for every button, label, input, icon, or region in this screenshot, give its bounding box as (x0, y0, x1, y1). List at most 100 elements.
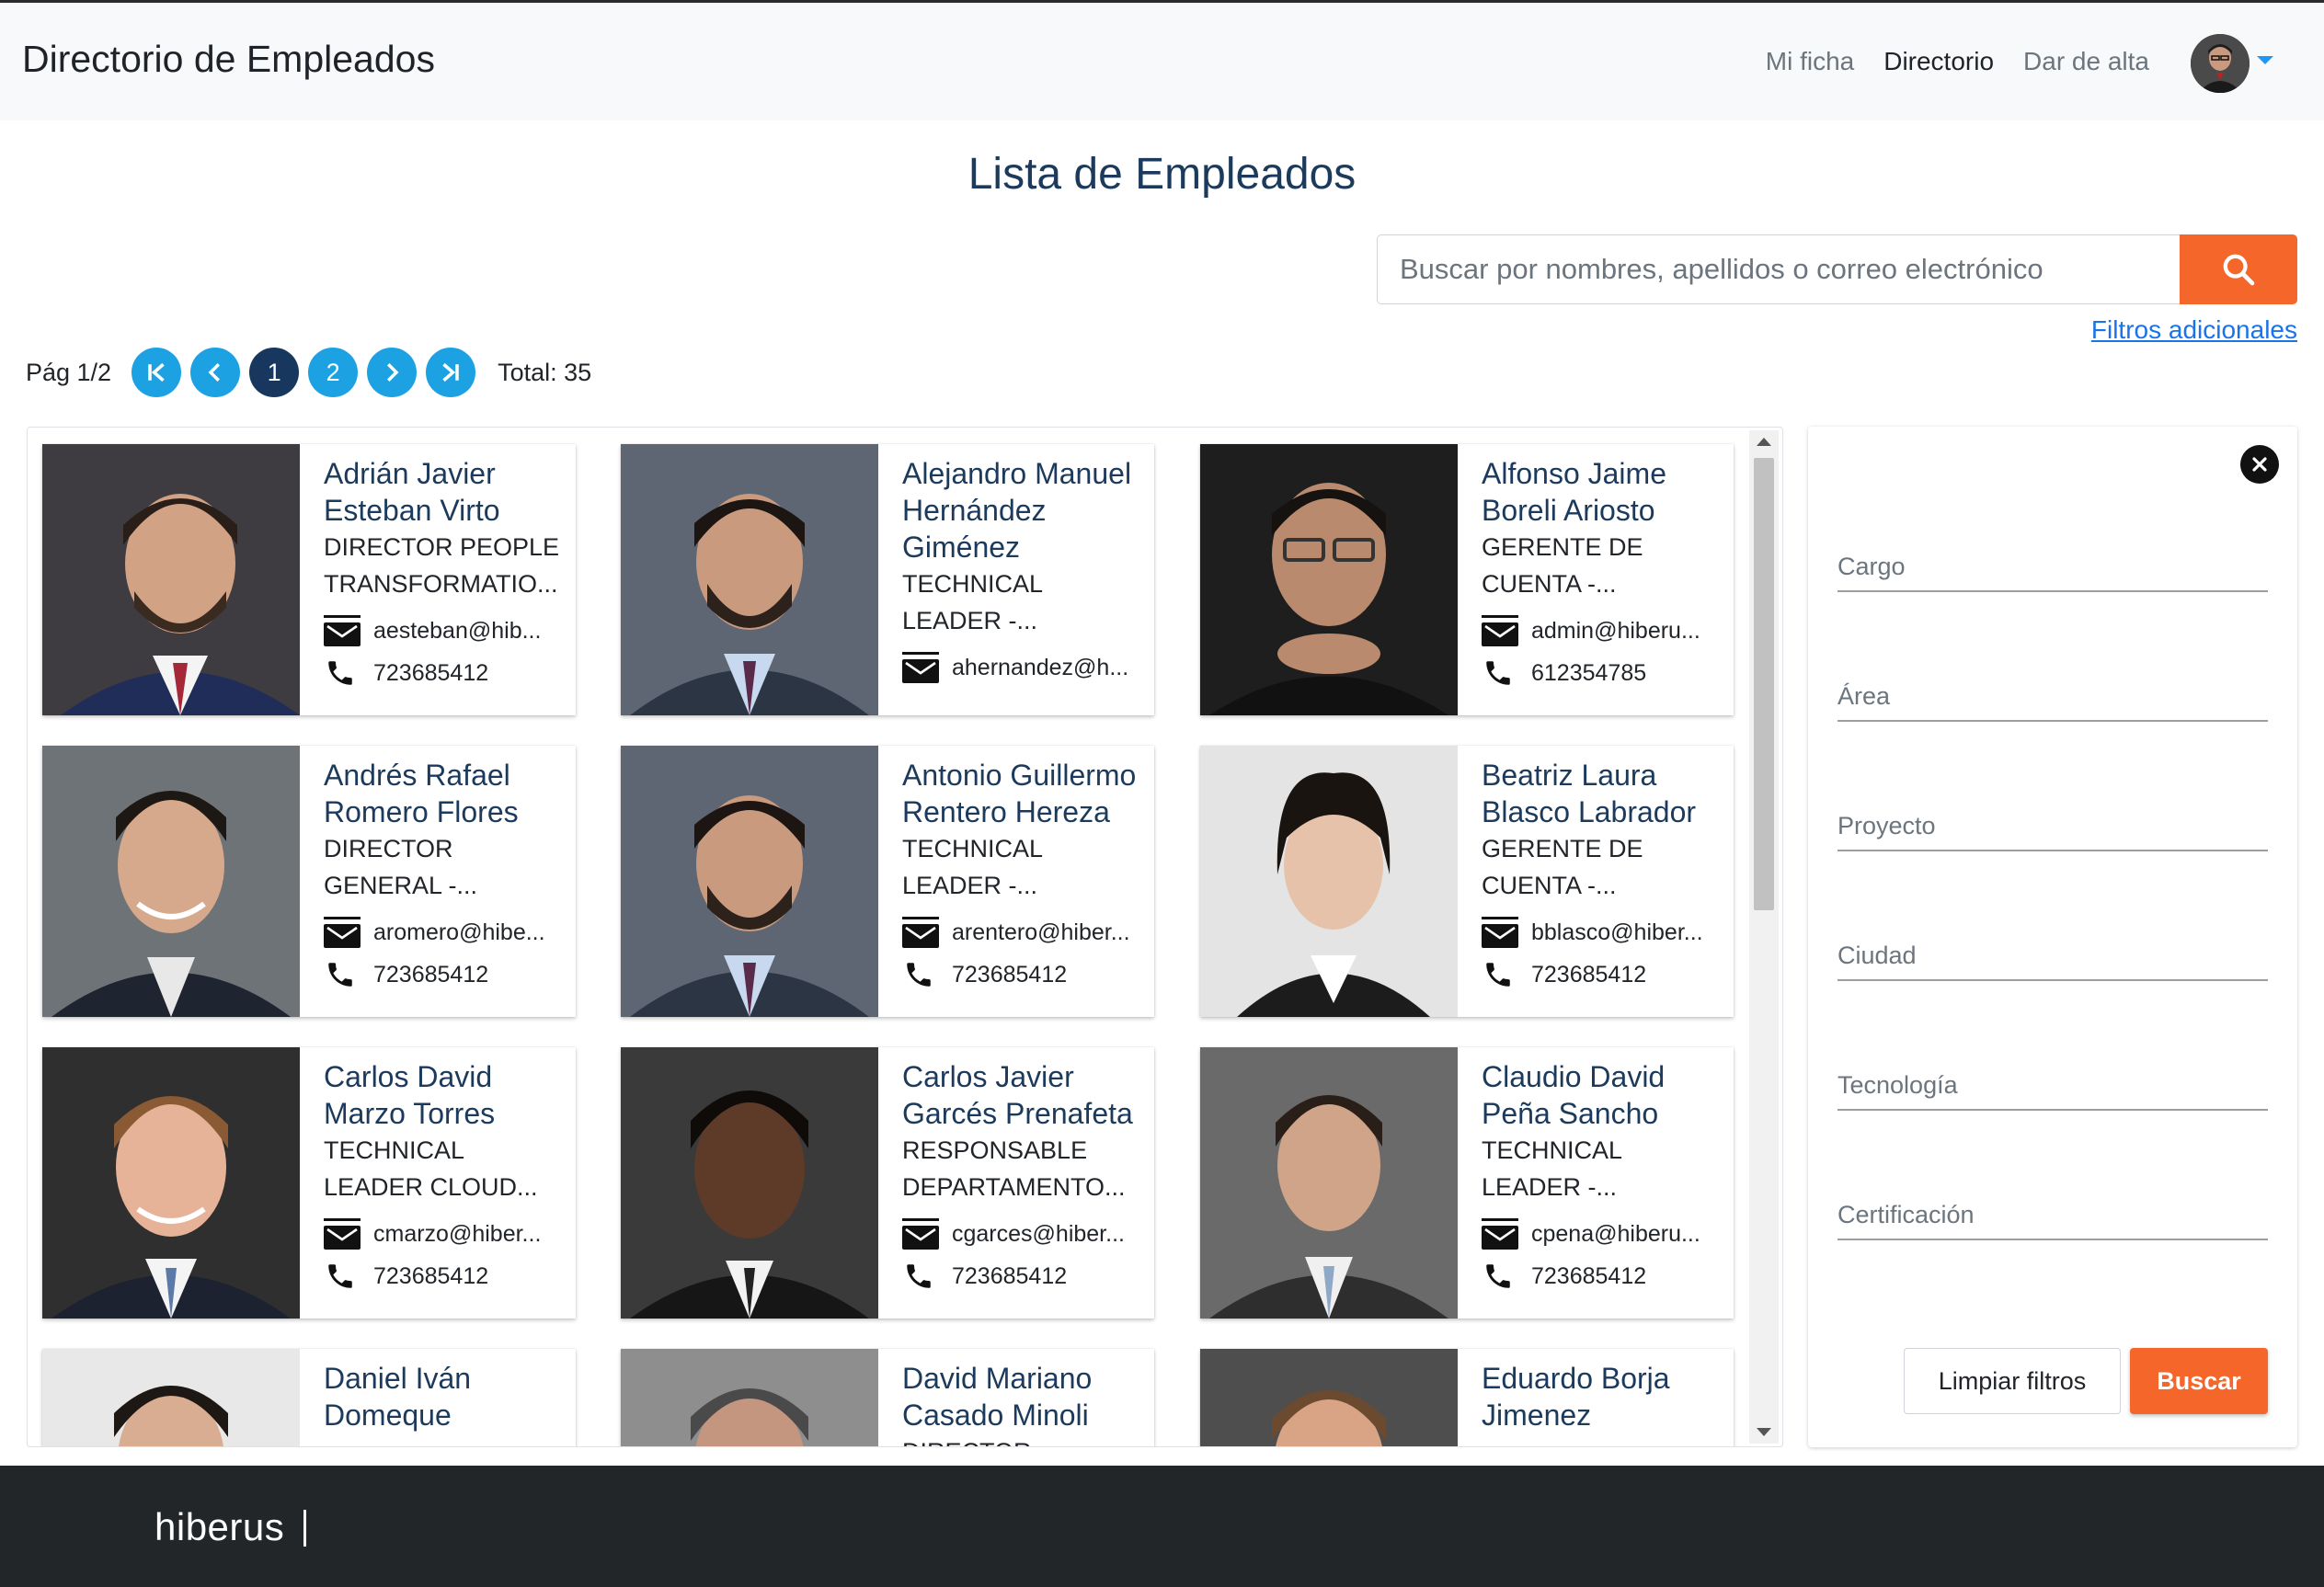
employee-card[interactable]: Adrián Javier Esteban Virto DIRECTOR PEO… (42, 444, 576, 715)
employee-photo (621, 746, 878, 1017)
next-page-button[interactable] (367, 348, 418, 397)
employee-name[interactable]: Daniel Iván Domeque (324, 1360, 561, 1433)
filter-cargo-field[interactable]: Cargo (1837, 537, 2268, 592)
chevron-right-icon (387, 363, 399, 382)
app-brand[interactable]: Directorio de Empleados (22, 38, 435, 81)
employee-email[interactable]: aesteban@hib... (324, 615, 561, 646)
last-page-button[interactable] (426, 348, 476, 397)
filter-area-label: Área (1837, 682, 1891, 710)
prev-page-button[interactable] (190, 348, 241, 397)
email-text: cmarzo@hiber... (373, 1220, 542, 1247)
additional-filters-link[interactable]: Filtros adicionales (2091, 315, 2297, 345)
employee-email[interactable]: cmarzo@hiber... (324, 1218, 561, 1250)
phone-text: 723685412 (373, 961, 489, 988)
nav-link-mi-ficha[interactable]: Mi ficha (1766, 47, 1854, 76)
filter-proyecto-field[interactable]: Proyecto (1837, 796, 2268, 851)
employee-card[interactable]: Alejandro Manuel Hernández Giménez TECHN… (621, 444, 1154, 715)
employee-info: Claudio David Peña Sancho TECHNICAL LEAD… (1482, 1058, 1719, 1314)
employee-name[interactable]: Carlos David Marzo Torres (324, 1058, 561, 1132)
employee-email[interactable]: arentero@hiber... (902, 917, 1139, 948)
employee-role: DIRECTOR PEOPLE TRANSFORMATIO... (324, 533, 560, 598)
employee-name[interactable]: Claudio David Peña Sancho (1482, 1058, 1719, 1132)
employee-email[interactable]: admin@hiberu... (1482, 615, 1719, 646)
employee-email[interactable]: aromero@hibe... (324, 917, 561, 948)
employee-role: TECHNICAL LEADER -... (1482, 1136, 1622, 1201)
employee-email[interactable]: ahernandez@h... (902, 652, 1139, 683)
page-1-button[interactable]: 1 (249, 348, 300, 397)
employee-card[interactable]: Claudio David Peña Sancho TECHNICAL LEAD… (1200, 1047, 1734, 1319)
last-page-icon (442, 362, 459, 382)
footer-divider (303, 1510, 306, 1547)
employee-phone[interactable]: 723685412 (324, 959, 561, 990)
scroll-down-arrow-icon[interactable] (1757, 1428, 1771, 1436)
filter-certificacion-label: Certificación (1837, 1201, 1975, 1228)
employee-name[interactable]: Andrés Rafael Romero Flores (324, 757, 561, 830)
filter-tecnologia-field[interactable]: Tecnología (1837, 1056, 2268, 1111)
employee-card[interactable]: Carlos Javier Garcés Prenafeta RESPONSAB… (621, 1047, 1154, 1319)
employee-email[interactable]: cgarces@hiber... (902, 1218, 1139, 1250)
user-menu-caret-icon[interactable] (2257, 56, 2273, 64)
employee-card[interactable]: Antonio Guillermo Rentero Hereza TECHNIC… (621, 746, 1154, 1017)
employee-name[interactable]: Antonio Guillermo Rentero Hereza (902, 757, 1139, 830)
apply-filters-button[interactable]: Buscar (2130, 1348, 2268, 1414)
scroll-up-arrow-icon[interactable] (1757, 438, 1771, 446)
employee-name[interactable]: Beatriz Laura Blasco Labrador (1482, 757, 1719, 830)
employee-card[interactable]: Beatriz Laura Blasco Labrador GERENTE DE… (1200, 746, 1734, 1017)
employee-email[interactable]: bblasco@hiber... (1482, 917, 1719, 948)
filter-certificacion-field[interactable]: Certificación (1837, 1185, 2268, 1240)
employee-role: GERENTE DE CUENTA -... (1482, 835, 1643, 899)
employee-email[interactable]: cpena@hiberu... (1482, 1218, 1719, 1250)
filter-area-field[interactable]: Área (1837, 667, 2268, 722)
filter-ciudad-field[interactable]: Ciudad (1837, 926, 2268, 981)
close-filters-button[interactable] (2240, 445, 2279, 484)
employee-phone[interactable]: 723685412 (902, 959, 1139, 990)
employee-grid[interactable]: Adrián Javier Esteban Virto DIRECTOR PEO… (27, 427, 1783, 1447)
search-input[interactable] (1377, 234, 2180, 304)
filter-proyecto-label: Proyecto (1837, 812, 1936, 839)
phone-text: 723685412 (952, 961, 1068, 988)
employee-card[interactable]: Carlos David Marzo Torres TECHNICAL LEAD… (42, 1047, 576, 1319)
clear-filters-button[interactable]: Limpiar filtros (1904, 1348, 2121, 1414)
employee-name[interactable]: David Mariano Casado Minoli (902, 1360, 1139, 1433)
employee-name[interactable]: Adrián Javier Esteban Virto (324, 455, 561, 529)
first-page-button[interactable] (132, 348, 182, 397)
mail-icon (324, 917, 361, 948)
employee-phone[interactable]: 723685412 (324, 1261, 561, 1292)
employee-info: Antonio Guillermo Rentero Hereza TECHNIC… (902, 757, 1139, 1012)
employee-phone[interactable]: 723685412 (324, 657, 561, 689)
phone-icon (324, 959, 361, 990)
employee-card[interactable]: Eduardo Borja Jimenez (1200, 1349, 1734, 1446)
employee-role: GERENTE DE CUENTA -... (1482, 533, 1643, 598)
employee-name[interactable]: Alejandro Manuel Hernández Giménez (902, 455, 1139, 565)
mail-icon (324, 615, 361, 646)
grid-scrollbar[interactable] (1749, 430, 1779, 1444)
employee-role: DIRECTOR GENERAL -... (324, 835, 478, 899)
employee-phone[interactable]: 723685412 (1482, 959, 1719, 990)
employee-card[interactable]: David Mariano Casado Minoli DIRECTOR (621, 1349, 1154, 1446)
phone-icon (1482, 1261, 1518, 1292)
search-button[interactable] (2180, 234, 2297, 304)
employee-name[interactable]: Alfonso Jaime Boreli Ariosto (1482, 455, 1719, 529)
scroll-thumb[interactable] (1754, 458, 1774, 910)
page-2-button[interactable]: 2 (308, 348, 359, 397)
employee-card[interactable]: Alfonso Jaime Boreli Ariosto GERENTE DE … (1200, 444, 1734, 715)
employee-phone[interactable]: 723685412 (1482, 1261, 1719, 1292)
email-text: aesteban@hib... (373, 617, 542, 644)
employee-name[interactable]: Eduardo Borja Jimenez (1482, 1360, 1719, 1433)
employee-info: Alfonso Jaime Boreli Ariosto GERENTE DE … (1482, 455, 1719, 711)
mail-icon (1482, 1218, 1518, 1250)
nav-link-dar-de-alta[interactable]: Dar de alta (2023, 47, 2149, 76)
mail-icon (1482, 917, 1518, 948)
email-text: aromero@hibe... (373, 919, 545, 945)
employee-photo (42, 746, 300, 1017)
search-icon (2223, 254, 2255, 286)
nav-link-directorio[interactable]: Directorio (1883, 47, 1994, 76)
employee-card[interactable]: Andrés Rafael Romero Flores DIRECTOR GEN… (42, 746, 576, 1017)
employee-phone[interactable]: 723685412 (902, 1261, 1139, 1292)
hiberus-logo: hiberus (155, 1505, 285, 1548)
employee-photo (621, 1047, 878, 1319)
employee-name[interactable]: Carlos Javier Garcés Prenafeta (902, 1058, 1139, 1132)
employee-card[interactable]: Daniel Iván Domeque (42, 1349, 576, 1446)
employee-phone[interactable]: 612354785 (1482, 657, 1719, 689)
user-avatar[interactable] (2191, 34, 2250, 93)
